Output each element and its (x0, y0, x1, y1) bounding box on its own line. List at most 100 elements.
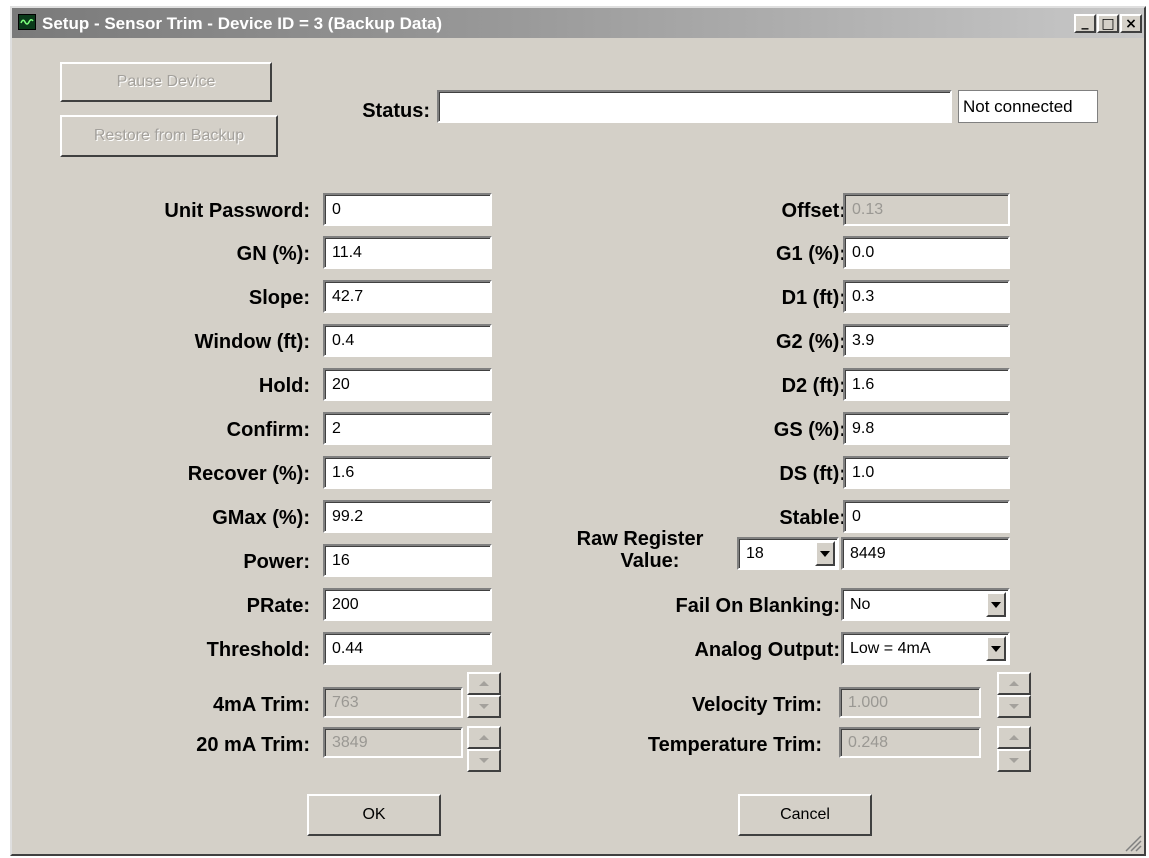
gn-label: GN (%): (236, 243, 310, 265)
velocity-trim-down-button[interactable] (997, 695, 1031, 718)
resize-grip-icon[interactable] (1122, 832, 1142, 852)
20ma-trim-up-button[interactable] (467, 726, 501, 749)
gmax-field[interactable]: 99.2 (323, 500, 492, 533)
restore-from-backup-label: Restore from Backup (93, 127, 245, 144)
20ma-trim-label: 20 mA Trim: (196, 734, 310, 756)
stable-field[interactable]: 0 (843, 500, 1010, 533)
analog-output-label: Analog Output: (694, 639, 840, 661)
g2-label: G2 (%): (776, 331, 846, 353)
restore-from-backup-button[interactable]: Restore from Backup (60, 115, 278, 157)
temperature-trim-up-button[interactable] (997, 726, 1031, 749)
ok-button-label: OK (362, 806, 386, 823)
4ma-trim-down-button[interactable] (467, 695, 501, 718)
app-icon (18, 14, 36, 30)
arrow-down-icon (479, 704, 489, 709)
gmax-label: GMax (%): (212, 507, 310, 529)
temperature-trim-label: Temperature Trim: (647, 734, 822, 756)
offset-field[interactable]: 0.13 (843, 193, 1010, 226)
threshold-label: Threshold: (206, 639, 310, 661)
status-field (437, 90, 952, 123)
unit-password-field[interactable]: 0 (323, 193, 492, 226)
d2-label: D2 (ft): (781, 375, 846, 397)
hold-field[interactable]: 20 (323, 368, 492, 401)
4ma-trim-field[interactable]: 763 (323, 687, 463, 718)
20ma-trim-down-button[interactable] (467, 749, 501, 772)
offset-label: Offset: (781, 200, 846, 222)
fail-on-blanking-select[interactable]: No (841, 588, 1010, 621)
window-ft-field[interactable]: 0.4 (323, 324, 492, 357)
temperature-trim-down-button[interactable] (997, 749, 1031, 772)
chevron-down-icon[interactable] (986, 636, 1006, 661)
close-icon: × (1125, 15, 1137, 32)
slope-field[interactable]: 42.7 (323, 280, 492, 313)
ds-label: DS (ft): (779, 463, 846, 485)
arrow-down-icon (1009, 704, 1019, 709)
prate-field[interactable]: 200 (323, 588, 492, 621)
ok-button[interactable]: OK (307, 794, 441, 836)
velocity-trim-up-button[interactable] (997, 672, 1031, 695)
arrow-up-icon (1009, 681, 1019, 686)
raw-register-select-value: 18 (746, 544, 764, 562)
prate-label: PRate: (246, 595, 310, 617)
raw-register-label-line1: Raw Register (576, 528, 704, 550)
chevron-down-icon[interactable] (986, 592, 1006, 617)
maximize-icon: □ (1101, 15, 1115, 32)
g2-field[interactable]: 3.9 (843, 324, 1010, 357)
fail-on-blanking-value: No (850, 595, 871, 613)
unit-password-label: Unit Password: (164, 200, 310, 222)
d1-field[interactable]: 0.3 (843, 280, 1010, 313)
confirm-field[interactable]: 2 (323, 412, 492, 445)
pause-device-button[interactable]: Pause Device (60, 62, 272, 102)
raw-register-label-line2: Value: (620, 550, 680, 572)
analog-output-value: Low = 4mA (850, 639, 931, 657)
analog-output-select[interactable]: Low = 4mA (841, 632, 1010, 665)
threshold-field[interactable]: 0.44 (323, 632, 492, 665)
power-label: Power: (243, 551, 310, 573)
20ma-trim-field[interactable]: 3849 (323, 727, 463, 758)
cancel-button[interactable]: Cancel (738, 794, 872, 836)
4ma-trim-up-button[interactable] (467, 672, 501, 695)
gs-label: GS (%): (773, 419, 846, 441)
d2-field[interactable]: 1.6 (843, 368, 1010, 401)
gs-field[interactable]: 9.8 (843, 412, 1010, 445)
fail-on-blanking-label: Fail On Blanking: (675, 595, 840, 617)
d1-label: D1 (ft): (781, 287, 846, 309)
maximize-button[interactable]: □ (1097, 14, 1119, 33)
pause-device-label: Pause Device (116, 73, 216, 90)
velocity-trim-label: Velocity Trim: (691, 694, 822, 716)
close-button[interactable]: × (1120, 14, 1142, 33)
minimize-icon: _ (1081, 13, 1089, 30)
window-ft-label: Window (ft): (194, 331, 310, 353)
stable-label: Stable: (779, 507, 846, 529)
hold-label: Hold: (258, 375, 310, 397)
gn-field[interactable]: 11.4 (323, 236, 492, 269)
arrow-up-icon (1009, 735, 1019, 740)
title-bar[interactable]: Setup - Sensor Trim - Device ID = 3 (Bac… (12, 8, 1144, 38)
4ma-trim-label: 4mA Trim: (212, 694, 310, 716)
status-label: Status: (362, 100, 430, 122)
window-title: Setup - Sensor Trim - Device ID = 3 (Bac… (42, 14, 443, 33)
raw-register-select[interactable]: 18 (737, 537, 839, 570)
arrow-up-icon (479, 735, 489, 740)
confirm-label: Confirm: (226, 419, 310, 441)
setup-dialog: Setup - Sensor Trim - Device ID = 3 (Bac… (10, 6, 1146, 856)
cancel-button-label: Cancel (780, 806, 830, 823)
arrow-up-icon (479, 681, 489, 686)
arrow-down-icon (1009, 758, 1019, 763)
velocity-trim-field[interactable]: 1.000 (839, 687, 981, 718)
desktop-edge (0, 0, 6, 858)
chevron-down-icon[interactable] (815, 541, 835, 566)
connection-status: Not connected (958, 90, 1098, 123)
recover-field[interactable]: 1.6 (323, 456, 492, 489)
arrow-down-icon (479, 758, 489, 763)
power-field[interactable]: 16 (323, 544, 492, 577)
g1-label: G1 (%): (776, 243, 846, 265)
raw-register-value-field[interactable]: 8449 (841, 537, 1010, 570)
raw-register-label: Raw Register Value: (555, 528, 725, 572)
recover-label: Recover (%): (187, 463, 310, 485)
slope-label: Slope: (248, 287, 310, 309)
g1-field[interactable]: 0.0 (843, 236, 1010, 269)
ds-field[interactable]: 1.0 (843, 456, 1010, 489)
temperature-trim-field[interactable]: 0.248 (839, 727, 981, 758)
minimize-button[interactable]: _ (1074, 14, 1096, 33)
